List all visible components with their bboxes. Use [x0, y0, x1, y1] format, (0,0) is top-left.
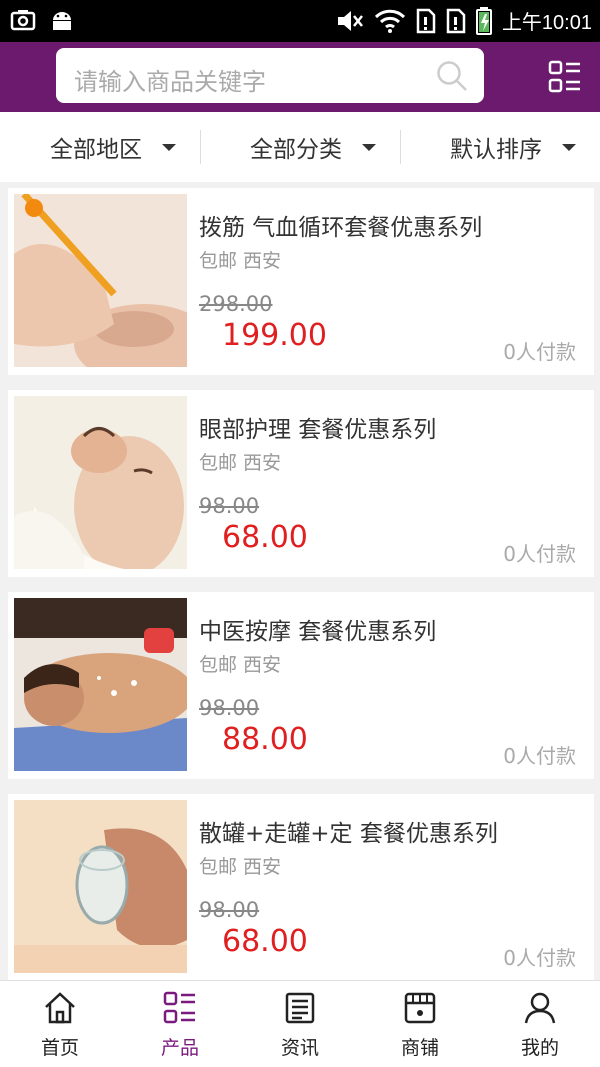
product-card[interactable]: 眼部护理 套餐优惠系列 包邮 西安 98.00 68.00 0人付款: [8, 390, 594, 577]
filter-region-dropdown[interactable]: 全部地区: [50, 112, 176, 182]
screenshot-icon: [10, 10, 36, 31]
nav-news[interactable]: 资讯: [240, 981, 360, 1067]
caret-down-icon: [362, 143, 376, 151]
clock: 上午10:01: [501, 12, 592, 34]
nav-products-label: 产品: [160, 1037, 199, 1059]
filter-sort-dropdown[interactable]: 默认排序: [450, 112, 576, 182]
filter-bar: 全部地区 全部分类 默认排序: [0, 112, 600, 182]
original-price: 98.00: [199, 898, 260, 922]
category-menu-icon[interactable]: [548, 60, 582, 94]
mute-icon: [337, 10, 363, 31]
sale-price: 68.00: [222, 520, 308, 555]
product-image: [14, 194, 187, 367]
bottom-nav: 首页 产品 资讯 商铺 我的: [0, 980, 600, 1067]
product-title: 眼部护理 套餐优惠系列: [199, 417, 437, 443]
paid-count: 0人付款: [503, 542, 576, 566]
product-card[interactable]: 散罐+走罐+定 套餐优惠系列 包邮 西安 98.00 68.00 0人付款: [8, 794, 594, 981]
paid-count: 0人付款: [503, 340, 576, 364]
divider: [400, 130, 401, 164]
product-image: [14, 396, 187, 569]
nav-store-label: 商铺: [400, 1037, 439, 1059]
nav-mine[interactable]: 我的: [480, 981, 600, 1067]
battery-charging-icon: [475, 6, 492, 35]
status-bar: 上午10:01: [0, 0, 600, 42]
search-icon[interactable]: [436, 60, 468, 92]
user-icon: [524, 992, 556, 1024]
paid-count: 0人付款: [503, 946, 576, 970]
sale-price: 199.00: [222, 318, 327, 353]
original-price: 98.00: [199, 696, 260, 720]
caret-down-icon: [562, 143, 576, 151]
product-location: 包邮 西安: [199, 452, 282, 474]
search-input[interactable]: 请输入商品关键字: [56, 48, 484, 103]
divider: [200, 130, 201, 164]
sim-card-2-icon: [446, 8, 466, 33]
filter-category-label: 全部分类: [250, 137, 342, 163]
home-icon: [45, 992, 75, 1024]
original-price: 98.00: [199, 494, 260, 518]
nav-store[interactable]: 商铺: [360, 981, 480, 1067]
wifi-icon: [374, 9, 405, 33]
product-list: 拨筋 气血循环套餐优惠系列 包邮 西安 298.00 199.00 0人付款 眼…: [8, 188, 594, 996]
product-image: [14, 598, 187, 771]
store-icon: [404, 992, 436, 1024]
product-title: 拨筋 气血循环套餐优惠系列: [199, 215, 483, 241]
original-price: 298.00: [199, 292, 273, 316]
grid-list-icon: [163, 991, 195, 1024]
news-icon: [285, 992, 315, 1024]
filter-sort-label: 默认排序: [450, 137, 542, 163]
product-location: 包邮 西安: [199, 654, 282, 676]
header-bar: 请输入商品关键字: [0, 42, 600, 112]
filter-category-dropdown[interactable]: 全部分类: [250, 112, 376, 182]
nav-news-label: 资讯: [280, 1037, 319, 1059]
filter-region-label: 全部地区: [50, 137, 142, 163]
nav-mine-label: 我的: [520, 1037, 559, 1059]
nav-home-label: 首页: [40, 1037, 79, 1059]
product-card[interactable]: 中医按摩 套餐优惠系列 包邮 西安 98.00 88.00 0人付款: [8, 592, 594, 779]
nav-products[interactable]: 产品: [120, 981, 240, 1067]
product-title: 中医按摩 套餐优惠系列: [199, 619, 437, 645]
product-card[interactable]: 拨筋 气血循环套餐优惠系列 包邮 西安 298.00 199.00 0人付款: [8, 188, 594, 375]
product-image: [14, 800, 187, 973]
android-icon: [53, 12, 71, 30]
caret-down-icon: [162, 143, 176, 151]
paid-count: 0人付款: [503, 744, 576, 768]
product-location: 包邮 西安: [199, 250, 282, 272]
nav-home[interactable]: 首页: [0, 981, 120, 1067]
sale-price: 88.00: [222, 722, 308, 757]
sim-card-icon: [416, 8, 436, 33]
sale-price: 68.00: [222, 924, 308, 959]
product-title: 散罐+走罐+定 套餐优惠系列: [199, 821, 498, 847]
product-location: 包邮 西安: [199, 856, 282, 878]
search-placeholder: 请输入商品关键字: [74, 68, 266, 96]
